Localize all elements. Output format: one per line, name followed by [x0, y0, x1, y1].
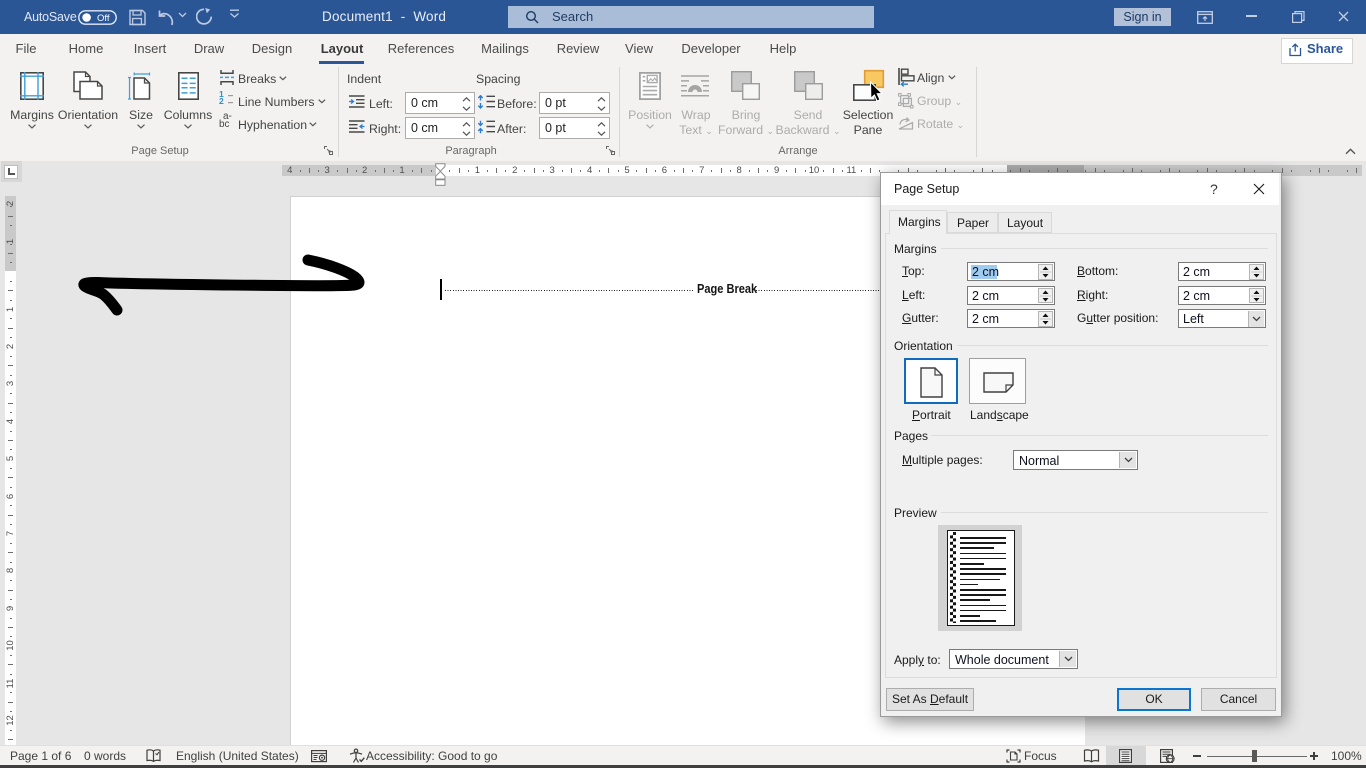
- svg-text:Off: Off: [97, 13, 110, 24]
